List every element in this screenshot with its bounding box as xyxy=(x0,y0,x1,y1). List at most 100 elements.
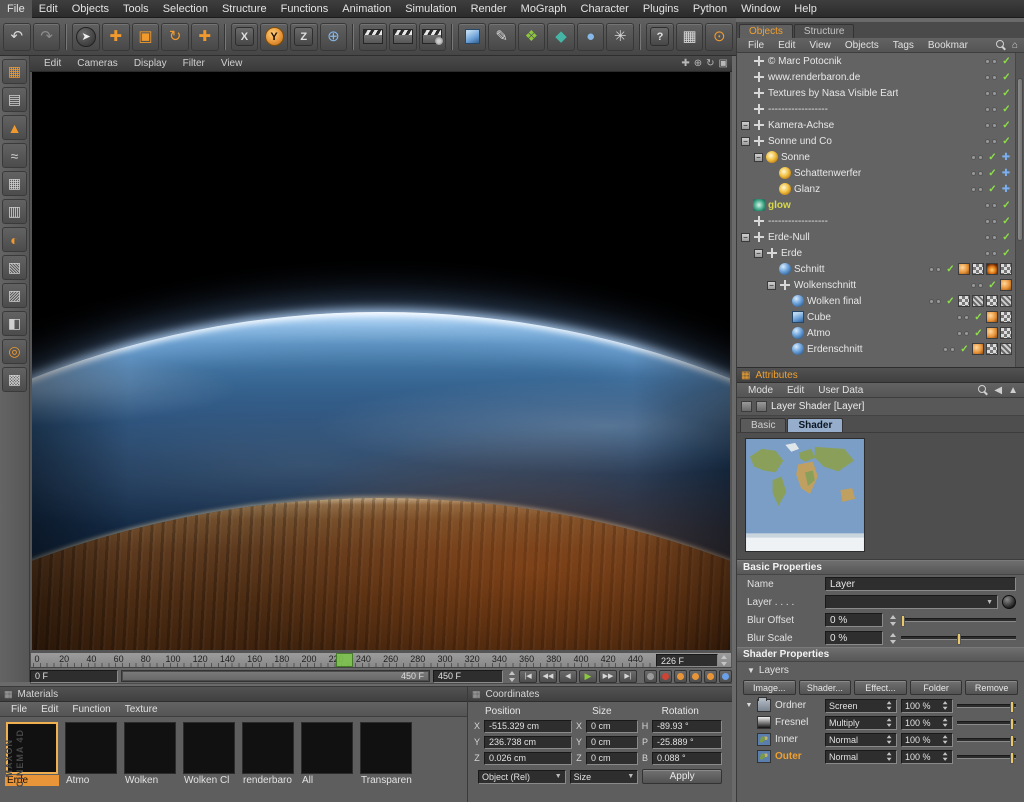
expand-toggle[interactable]: − xyxy=(741,137,750,146)
object-row-wolken-final[interactable]: Wolken final✓ xyxy=(737,293,1024,309)
material-transparen[interactable]: Transparen xyxy=(358,722,414,786)
enabled-check-icon[interactable]: ✓ xyxy=(1001,200,1012,211)
enabled-check-icon[interactable]: ✓ xyxy=(945,264,956,275)
coordinate-system-icon[interactable]: ⊕ xyxy=(320,23,348,51)
layers-collapse-triangle[interactable]: ▼ xyxy=(747,666,755,675)
preview-range-bar[interactable]: 450 F xyxy=(121,670,430,682)
tab-shader[interactable]: Shader xyxy=(787,418,843,432)
position-z-field[interactable]: 0.026 cm xyxy=(484,752,572,765)
render-picture-icon[interactable] xyxy=(389,23,417,51)
range-start-field[interactable]: 0 F xyxy=(30,670,118,683)
attributes-menu-edit[interactable]: Edit xyxy=(780,383,811,398)
visibility-dots[interactable] xyxy=(929,267,941,272)
effect-button[interactable]: Effect... xyxy=(854,680,907,695)
transport-button-4[interactable]: ▶▶ xyxy=(599,670,617,683)
blend-mode-dropdown[interactable]: Screen xyxy=(825,699,897,713)
opacity-slider[interactable] xyxy=(957,704,1016,708)
blur-scale-spinner[interactable] xyxy=(890,633,897,644)
visibility-dots[interactable] xyxy=(929,299,941,304)
objects-menu-edit[interactable]: Edit xyxy=(771,38,802,53)
enabled-check-icon[interactable]: ✓ xyxy=(1001,88,1012,99)
manager-icon[interactable]: ▲ xyxy=(1008,385,1018,396)
enabled-check-icon[interactable]: ✓ xyxy=(1001,56,1012,67)
checker-tag-icon[interactable] xyxy=(986,343,998,355)
attributes-menu-user-data[interactable]: User Data xyxy=(811,383,870,398)
tab-objects[interactable]: Objects xyxy=(739,24,793,38)
scale-tool-icon[interactable]: ▣ xyxy=(132,23,160,51)
target-icon[interactable]: ⊙ xyxy=(705,23,733,51)
opacity-slider[interactable] xyxy=(957,755,1016,759)
objects-menu-objects[interactable]: Objects xyxy=(838,38,886,53)
expand-toggle[interactable]: − xyxy=(741,121,750,130)
transport-button-3[interactable]: ▶ xyxy=(579,670,597,683)
materials-menu-function[interactable]: Function xyxy=(65,702,117,717)
viewport-menu-cameras[interactable]: Cameras xyxy=(69,56,126,72)
visibility-dots[interactable] xyxy=(985,107,997,112)
materials-menu-texture[interactable]: Texture xyxy=(118,702,165,717)
object-mode-dropdown[interactable]: Object (Rel)▼ xyxy=(478,770,566,784)
orange-tag-icon[interactable] xyxy=(1000,279,1012,291)
visibility-dots[interactable] xyxy=(985,219,997,224)
add-modeling-icon[interactable]: ◆ xyxy=(547,23,575,51)
menu-window[interactable]: Window xyxy=(734,0,787,18)
orange-tag-icon[interactable] xyxy=(986,327,998,339)
blur-scale-field[interactable]: 0 % xyxy=(825,631,883,645)
visibility-dots[interactable] xyxy=(985,123,997,128)
enabled-check-icon[interactable]: ✓ xyxy=(1001,136,1012,147)
current-frame-field[interactable]: 226 F xyxy=(656,654,718,667)
live-selection-icon[interactable]: ➤ xyxy=(72,23,100,51)
zoom-view-icon[interactable]: ⊕ xyxy=(694,58,702,69)
menu-functions[interactable]: Functions xyxy=(274,0,336,18)
objects-menu-bookmar[interactable]: Bookmar xyxy=(921,38,975,53)
object-row--marc-potocnik[interactable]: © Marc Potocnik✓ xyxy=(737,53,1024,69)
enabled-check-icon[interactable]: ✓ xyxy=(987,280,998,291)
shader-button[interactable]: Shader... xyxy=(799,680,852,695)
object-row-schattenwerfer[interactable]: Schattenwerfer✓✚ xyxy=(737,165,1024,181)
material-wolken-cl[interactable]: Wolken Cl xyxy=(181,722,237,786)
frame-spinner[interactable] xyxy=(721,655,728,666)
size-x-field[interactable]: 0 cm xyxy=(586,720,638,733)
record-toggle-5[interactable] xyxy=(719,670,732,683)
frame-ruler[interactable]: 0204060801001201401601802002202402602803… xyxy=(33,653,651,667)
shader-layer-fresnel[interactable]: FresnelMultiply100 % xyxy=(737,714,1024,731)
material-wolken[interactable]: Wolken xyxy=(122,722,178,786)
array-icon[interactable]: ▦ xyxy=(2,171,27,196)
search-icon[interactable] xyxy=(978,385,988,395)
stripes-tag-icon[interactable] xyxy=(1000,343,1012,355)
layer-dropdown[interactable]: ▼ xyxy=(825,595,998,609)
visibility-dots[interactable] xyxy=(971,155,983,160)
stripes-tag-icon[interactable] xyxy=(1000,295,1012,307)
size-y-field[interactable]: 0 cm xyxy=(586,736,638,749)
visibility-dots[interactable] xyxy=(971,171,983,176)
orange-tag-icon[interactable] xyxy=(972,343,984,355)
layer-expand-triangle[interactable]: ▼ xyxy=(745,702,753,709)
last-tool-icon[interactable]: ✚ xyxy=(191,23,219,51)
target-expression-tag[interactable]: ✚ xyxy=(1000,184,1012,195)
blend-mode-dropdown[interactable]: Normal xyxy=(825,733,897,747)
blur-scale-slider[interactable] xyxy=(901,636,1016,640)
object-row-kamera-achse[interactable]: −Kamera-Achse✓ xyxy=(737,117,1024,133)
material-atmo[interactable]: Atmo xyxy=(63,722,119,786)
object-manager-tree[interactable]: © Marc Potocnik✓www.renderbaron.de✓Textu… xyxy=(737,53,1024,367)
expand-toggle[interactable]: − xyxy=(754,153,763,162)
enabled-check-icon[interactable]: ✓ xyxy=(973,328,984,339)
add-particles-icon[interactable]: ✳ xyxy=(606,23,634,51)
position-y-field[interactable]: 236.738 cm xyxy=(484,736,572,749)
viewport-menu-display[interactable]: Display xyxy=(126,56,175,72)
object-row-erde-null[interactable]: −Erde-Null✓ xyxy=(737,229,1024,245)
timeline-ruler[interactable]: 0204060801001201401601802002202402602803… xyxy=(30,652,732,668)
visibility-dots[interactable] xyxy=(985,75,997,80)
lathe-icon[interactable]: ◧ xyxy=(2,311,27,336)
add-cube-icon[interactable] xyxy=(458,23,486,51)
layer-browse-button[interactable] xyxy=(1002,595,1016,609)
object-row-schnitt[interactable]: Schnitt✓ xyxy=(737,261,1024,277)
grid-icon[interactable]: ▥ xyxy=(2,199,27,224)
expand-toggle[interactable]: − xyxy=(754,249,763,258)
blend-mode-dropdown[interactable]: Multiply xyxy=(825,716,897,730)
object-row-www-renderbaron-de[interactable]: www.renderbaron.de✓ xyxy=(737,69,1024,85)
viewport-menu-edit[interactable]: Edit xyxy=(36,56,69,72)
menu-selection[interactable]: Selection xyxy=(156,0,215,18)
transport-button-2[interactable]: ◀ xyxy=(559,670,577,683)
spline-icon[interactable]: ≈ xyxy=(2,143,27,168)
visibility-dots[interactable] xyxy=(985,203,997,208)
